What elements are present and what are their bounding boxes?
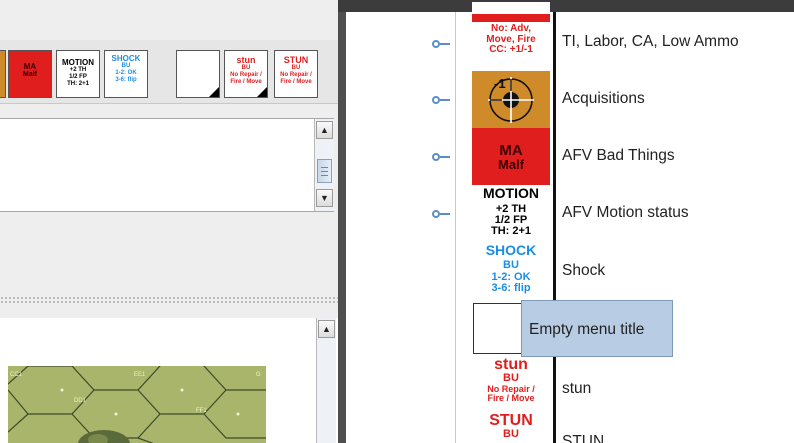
shock-line4: 3-6: flip <box>491 282 531 295</box>
ti-counter-line1: No: Adv, <box>491 23 531 34</box>
hex-label: EE1 <box>134 372 146 378</box>
stun-upper-counter-line2: BU <box>291 65 301 71</box>
column-separator <box>553 12 556 443</box>
ti-counter-image: No: Adv, Move, Fire CC: +1/-1 <box>472 2 550 59</box>
shock-counter-line4: 3-6: flip <box>115 76 137 83</box>
acquisition-counter-image: -1 <box>472 71 550 128</box>
menu-item-afv-bad-things[interactable]: MA Malf AFV Bad Things <box>346 128 794 185</box>
shock-counter-line2: BU <box>121 63 131 69</box>
ma-counter-line1: MA <box>23 62 37 71</box>
vertical-scrollbar[interactable]: ▲ ▼ <box>314 119 334 211</box>
shock-counter-image: SHOCK BU 1-2: OK 3-6: flip <box>472 242 550 299</box>
map-pane[interactable]: ▲ CC1 EE1 G DD1 FF1 <box>0 318 338 443</box>
shock-line2: BU <box>503 259 519 271</box>
shock-counter-line3: 1-2: OK <box>115 69 137 76</box>
stun-line4: Fire / Move <box>487 393 535 404</box>
stun-counter-line2: BU <box>241 65 251 71</box>
counter-menu-window: No: Adv, Move, Fire CC: +1/-1 TI, Labor,… <box>338 0 794 443</box>
ma-counter-line2: Malf <box>23 71 37 78</box>
stun-counter-line3: No Repair / <box>230 71 262 78</box>
stun-upper-counter-line1: STUN <box>283 55 309 65</box>
stun-line1: stun <box>494 356 528 373</box>
grip-line <box>321 171 328 172</box>
scroll-down-arrow-icon[interactable]: ▼ <box>316 189 333 207</box>
screen: MA Malf MOTION +2 TH 1/2 FP TH: 2+1 SHOC… <box>0 0 794 443</box>
hex-label: CC1 <box>10 372 23 378</box>
stun-upper-counter-line3: No Repair / <box>280 71 312 78</box>
submenu-knob-icon <box>432 39 450 49</box>
grip-line <box>321 175 328 176</box>
grip-line <box>321 167 328 168</box>
ma-counter[interactable]: MA Malf <box>8 50 52 98</box>
stun-upper-line2: BU <box>503 428 519 440</box>
motion-counter-line2: +2 TH <box>69 67 87 73</box>
ma-malf-line2: Malf <box>498 157 524 172</box>
motion-counter-line1: MOTION <box>62 58 94 67</box>
submenu-knob-icon <box>432 152 450 162</box>
submenu-knob-icon <box>432 95 450 105</box>
background-window: MA Malf MOTION +2 TH 1/2 FP TH: 2+1 SHOC… <box>0 0 346 443</box>
window-edge <box>338 0 794 12</box>
hex-label: FF1 <box>196 408 207 414</box>
orange-counter-partial[interactable] <box>0 50 6 98</box>
stun-line2: BU <box>503 372 519 384</box>
stun-upper-counter[interactable]: STUN BU No Repair / Fire / Move <box>274 50 318 98</box>
corner-marker-icon <box>209 87 219 97</box>
motion-line4: TH: 2+1 <box>490 225 532 237</box>
stun-counter-line4: Fire / Move <box>230 78 262 85</box>
red-header-bar <box>472 14 550 22</box>
ti-counter-line3: CC: +1/-1 <box>489 44 533 55</box>
stun-counter-image: stun BU No Repair / Fire / Move <box>472 356 550 413</box>
motion-counter[interactable]: MOTION +2 TH 1/2 FP TH: 2+1 <box>56 50 100 98</box>
corner-marker-icon <box>257 87 267 97</box>
menu-item-shock[interactable]: SHOCK BU 1-2: OK 3-6: flip Shock <box>346 242 794 299</box>
game-map[interactable]: CC1 EE1 G DD1 FF1 <box>8 366 266 443</box>
motion-line1: MOTION <box>483 185 539 201</box>
map-scroll-up-arrow-icon[interactable]: ▲ <box>318 320 335 338</box>
acquisition-counter-value: -1 <box>494 76 506 91</box>
shock-counter-line1: SHOCK <box>111 54 141 63</box>
ma-malf-line1: MA <box>499 142 523 159</box>
stun-counter[interactable]: stun BU No Repair / Fire / Move <box>224 50 268 98</box>
menu-panel: No: Adv, Move, Fire CC: +1/-1 TI, Labor,… <box>346 2 794 443</box>
scrollbar-thumb[interactable] <box>317 159 332 183</box>
menu-item-label: AFV Bad Things <box>562 147 675 164</box>
map-vertical-scrollbar[interactable]: ▲ <box>316 318 336 443</box>
hex-label: G <box>256 372 261 378</box>
motion-counter-line3: 1/2 FP <box>69 73 87 80</box>
stun-upper-counter-line4: Fire / Move <box>280 78 312 85</box>
menu-item-stun[interactable]: stun BU No Repair / Fire / Move stun <box>346 356 794 413</box>
shock-counter[interactable]: SHOCK BU 1-2: OK 3-6: flip <box>104 50 148 98</box>
hex-label: DD1 <box>74 398 87 404</box>
empty-menu-counter[interactable] <box>473 303 525 354</box>
menu-item-afv-motion-status[interactable]: MOTION +2 TH 1/2 FP TH: 2+1 AFV Motion s… <box>346 185 794 242</box>
scroll-up-arrow-icon[interactable]: ▲ <box>316 121 333 139</box>
hex-grid: CC1 EE1 G DD1 FF1 <box>8 366 266 443</box>
chat-text-area[interactable]: ▲ ▼ <box>0 118 334 212</box>
menu-item-label: stun <box>562 380 592 397</box>
stun-upper-counter-image: STUN BU <box>472 413 550 443</box>
menu-item-ti-labor[interactable]: No: Adv, Move, Fire CC: +1/-1 TI, Labor,… <box>346 2 794 71</box>
submenu-knob-icon <box>432 209 450 219</box>
menu-item-stun-upper[interactable]: STUN BU STUN <box>346 413 794 443</box>
menu-item-acquisitions[interactable]: -1 Acquisitions <box>346 71 794 128</box>
split-pane-divider[interactable] <box>0 296 338 304</box>
menu-item-label: Acquisitions <box>562 90 645 107</box>
menu-item-label: AFV Motion status <box>562 204 689 221</box>
menu-item-label: STUN <box>562 433 605 443</box>
menu-item-label: Shock <box>562 262 606 279</box>
counter-toolbar: MA Malf MOTION +2 TH 1/2 FP TH: 2+1 SHOC… <box>0 40 340 104</box>
motion-counter-image: MOTION +2 TH 1/2 FP TH: 2+1 <box>472 185 550 242</box>
stun-counter-line1: stun <box>236 55 256 65</box>
blank-counter[interactable] <box>176 50 220 98</box>
ma-malf-counter-image: MA Malf <box>472 128 550 185</box>
shock-line1: SHOCK <box>485 242 537 258</box>
crosshair-icon: -1 <box>488 76 534 123</box>
menu-tooltip: Empty menu title <box>521 300 673 357</box>
menu-item-label: TI, Labor, CA, Low Ammo <box>562 33 739 50</box>
stun-upper-line1: STUN <box>489 413 533 429</box>
motion-counter-line4: TH: 2+1 <box>67 80 89 87</box>
